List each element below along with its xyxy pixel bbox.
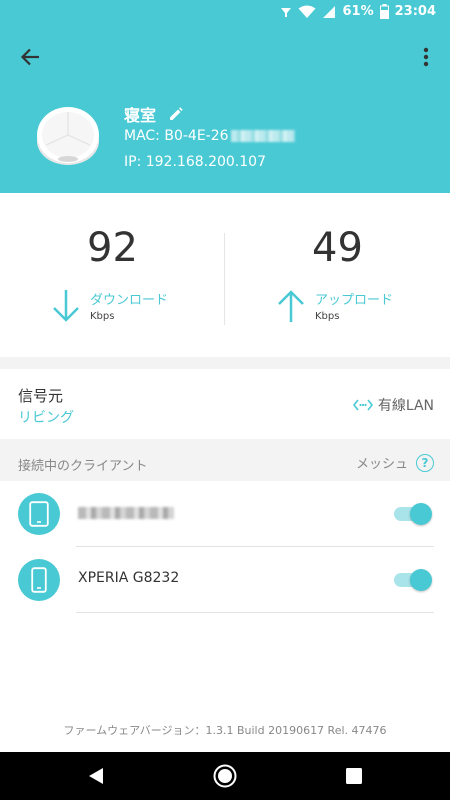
device-ip: IP: 192.168.200.107 [124, 154, 266, 170]
client-name: XPERIA G8232 [78, 570, 180, 586]
deco-device-image [37, 107, 99, 165]
upload-stat: 49 アップロード Kbps [225, 193, 450, 357]
source-value-link[interactable]: リビング [18, 407, 74, 427]
upload-unit: Kbps [315, 311, 340, 322]
client-toggle[interactable] [394, 569, 432, 591]
toggle-knob [410, 569, 432, 591]
download-value: 92 [87, 225, 138, 271]
pencil-icon [170, 107, 183, 120]
filter-icon [281, 7, 292, 17]
device-name-row: 寝室 [124, 102, 184, 126]
down-arrow-icon [53, 290, 79, 322]
row-divider [76, 612, 434, 613]
client-row[interactable] [0, 481, 450, 547]
signal-icon [323, 5, 336, 18]
nav-home-button[interactable] [195, 752, 255, 800]
connection-type-label: 有線LAN [377, 398, 434, 414]
clients-title: 接続中のクライアント [18, 459, 148, 474]
upload-value: 49 [312, 225, 363, 271]
section-gap [0, 357, 450, 369]
device-name: 寝室 [124, 106, 157, 125]
phone-icon [18, 559, 60, 601]
device-mac-row: MAC: B0-4E-26 [124, 128, 295, 144]
edit-name-button[interactable] [168, 106, 184, 122]
wired-lan-icon [352, 399, 373, 411]
more-vert-icon [423, 47, 429, 67]
mesh-label: メッシュ [355, 457, 408, 472]
help-icon: ? [416, 453, 434, 472]
home-circle-icon [213, 764, 237, 788]
download-label: ダウンロード [90, 293, 169, 308]
square-recents-icon [346, 768, 362, 784]
battery-icon [379, 4, 389, 19]
nav-back-button[interactable] [66, 752, 126, 800]
device-header: 寝室 MAC: B0-4E-26 IP: 192.168.200.107 [0, 27, 450, 193]
client-row[interactable]: XPERIA G8232 [0, 547, 450, 613]
status-bar: 61% 23:04 [0, 0, 450, 27]
firmware-version: ファームウェアバージョン：1.3.1 Build 20190617 Rel. 4… [63, 724, 387, 737]
mac-redacted [230, 130, 295, 142]
download-stat: 92 ダウンロード Kbps [0, 193, 225, 357]
clock: 23:04 [394, 4, 436, 19]
connection-type: 有線LAN [352, 395, 434, 415]
wifi-icon [298, 5, 316, 18]
tablet-icon [18, 493, 60, 535]
system-nav-bar [0, 752, 450, 800]
client-toggle[interactable] [394, 503, 432, 525]
download-unit: Kbps [90, 311, 115, 322]
back-arrow-icon [20, 48, 39, 66]
back-button[interactable] [14, 41, 46, 73]
nav-recents-button[interactable] [324, 752, 384, 800]
source-title: 信号元 [18, 387, 64, 405]
upload-label: アップロード [315, 293, 394, 308]
speed-panel: 92 ダウンロード Kbps 49 アップロード Kbps [0, 193, 450, 357]
toggle-knob [410, 503, 432, 525]
triangle-back-icon [89, 768, 103, 784]
client-name-redacted [78, 507, 174, 519]
battery-percent: 61% [342, 4, 374, 19]
clients-section-header: 接続中のクライアント メッシュ ? [0, 439, 450, 481]
signal-source-row: 信号元 リビング 有線LAN [0, 369, 450, 439]
mesh-help-button[interactable]: メッシュ ? [356, 453, 434, 472]
more-menu-button[interactable] [414, 41, 438, 73]
device-mac: MAC: B0-4E-26 [124, 128, 229, 144]
up-arrow-icon [278, 290, 304, 322]
